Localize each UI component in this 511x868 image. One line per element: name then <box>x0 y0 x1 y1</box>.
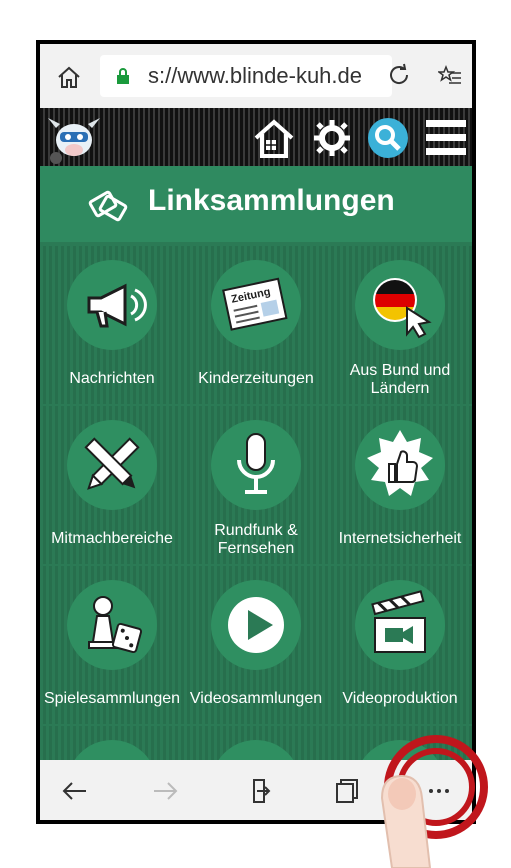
tile-label: Spielesammlungen <box>43 690 181 707</box>
site-header <box>40 108 472 166</box>
tile-circle <box>211 420 301 510</box>
tile-label: Videoproduktion <box>342 690 458 707</box>
game-pawn-dice-icon <box>88 596 143 654</box>
tile-internetsicherheit[interactable]: Internetsicherheit <box>328 406 472 564</box>
newspaper-icon: Zeitung <box>222 277 288 331</box>
search-icon[interactable] <box>366 116 410 160</box>
forward-arrow-icon[interactable] <box>150 776 180 806</box>
tile-circle <box>355 580 445 670</box>
reading-list-icon[interactable] <box>438 64 462 88</box>
home-icon[interactable] <box>56 64 82 90</box>
tabs-icon[interactable] <box>332 776 362 806</box>
tile-label: Videosammlungen <box>189 690 323 707</box>
thumbs-up-icon <box>367 430 433 496</box>
page-title: Linksammlungen <box>148 184 395 217</box>
microphone-icon <box>237 433 275 494</box>
tile-circle <box>355 260 445 350</box>
browser-address-bar: s://www.blinde-kuh.de <box>40 44 472 108</box>
germany-flag-cursor-icon <box>373 278 432 339</box>
phone-screen: s://www.blinde-kuh.de Linksammlungen Nac… <box>36 40 476 824</box>
tile-circle <box>67 260 157 350</box>
settings-tools-icon[interactable] <box>310 116 354 160</box>
url-field[interactable]: s://www.blinde-kuh.de <box>100 55 392 97</box>
tile-label: Rundfunk & Fernsehen <box>214 522 298 557</box>
tile-videoproduktion[interactable]: Videoproduktion <box>328 566 472 724</box>
tile-label: Nachrichten <box>69 370 155 387</box>
menu-icon[interactable] <box>424 116 468 160</box>
back-arrow-icon[interactable] <box>60 776 90 806</box>
tile-nachrichten[interactable]: Nachrichten <box>40 246 184 404</box>
megaphone-icon <box>87 283 147 328</box>
pencil-pen-icon <box>84 437 140 490</box>
reload-icon[interactable] <box>386 62 412 88</box>
tile-spielesammlungen[interactable]: Spielesammlungen <box>40 566 184 724</box>
tile-rundfunk-fernsehen[interactable]: Rundfunk & Fernsehen <box>184 406 328 564</box>
tile-label: Internetsicherheit <box>338 530 462 547</box>
clapperboard-icon <box>371 590 426 653</box>
share-icon[interactable] <box>244 776 274 806</box>
tile-circle <box>211 580 301 670</box>
links-collection-icon <box>88 190 128 222</box>
house-icon[interactable] <box>252 116 296 160</box>
section-header: Linksammlungen <box>40 166 472 242</box>
lock-icon <box>117 68 129 84</box>
play-icon <box>228 597 284 653</box>
tile-kinderzeitungen[interactable]: Zeitung Kinderzeitungen <box>184 246 328 404</box>
tile-circle <box>67 580 157 670</box>
tile-label: Kinderzeitungen <box>198 370 314 387</box>
tile-circle: Zeitung <box>211 260 301 350</box>
tile-label: Mitmachbereiche <box>51 530 173 547</box>
tile-circle <box>67 420 157 510</box>
url-text: s://www.blinde-kuh.de <box>148 63 362 88</box>
cow-logo-icon[interactable] <box>44 110 102 168</box>
pointing-finger-icon <box>380 774 432 868</box>
tile-mitmachbereiche[interactable]: Mitmachbereiche <box>40 406 184 564</box>
tile-videosammlungen[interactable]: Videosammlungen <box>184 566 328 724</box>
tile-circle <box>355 420 445 510</box>
tile-label: Aus Bund und Ländern <box>349 362 451 397</box>
tile-aus-bund-und-laendern[interactable]: Aus Bund und Ländern <box>328 246 472 404</box>
